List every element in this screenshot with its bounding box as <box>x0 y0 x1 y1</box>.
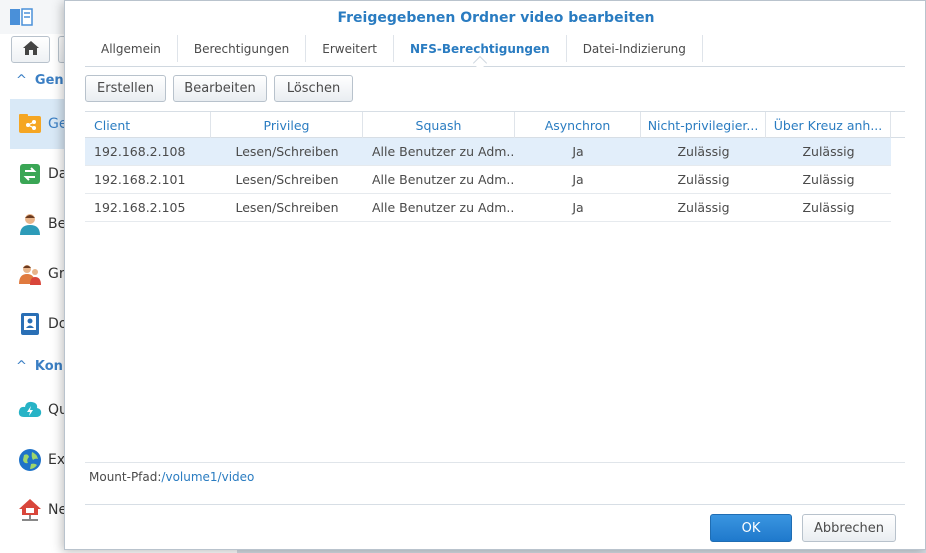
sidebar-section-label: Kon <box>34 359 63 374</box>
user-icon <box>18 212 42 236</box>
create-button[interactable]: Erstellen <box>85 75 166 102</box>
table-row[interactable]: 192.168.2.101 Lesen/Schreiben Alle Benut… <box>85 166 891 194</box>
column-header-non-privileged[interactable]: Nicht-privilegier... <box>641 112 766 138</box>
column-header-privilege[interactable]: Privileg <box>211 112 363 138</box>
cell-squash: Alle Benutzer zu Adm... <box>372 172 515 187</box>
delete-button[interactable]: Löschen <box>274 75 353 102</box>
sidebar-item-shared-folder[interactable]: Ge <box>10 99 70 149</box>
mount-path-label: Mount-Pfad: <box>89 470 162 484</box>
sidebar-item-user[interactable]: Be <box>10 199 70 249</box>
nfs-rules-table: Client Privileg Squash Asynchron Nicht-p… <box>85 111 905 461</box>
table-row[interactable]: 192.168.2.108 Lesen/Schreiben Alle Benut… <box>85 138 891 166</box>
table-body: 192.168.2.108 Lesen/Schreiben Alle Benut… <box>85 138 891 222</box>
quickconnect-icon <box>18 398 42 422</box>
cell-cross-mount: Zulässig <box>802 172 855 187</box>
active-tab-caret <box>472 55 487 71</box>
cell-client: 192.168.2.101 <box>94 172 186 187</box>
sidebar-item-quickconnect[interactable]: Qu <box>10 385 70 435</box>
cell-client: 192.168.2.108 <box>94 144 186 159</box>
cell-privilege: Lesen/Schreiben <box>235 200 339 215</box>
tab-advanced[interactable]: Erweitert <box>306 35 395 62</box>
dialog-title: Freigegebenen Ordner video bearbeiten <box>337 10 655 26</box>
group-icon <box>18 262 42 286</box>
file-services-icon <box>18 162 42 186</box>
divider <box>85 504 905 505</box>
shared-folder-icon <box>18 112 42 136</box>
cell-privilege: Lesen/Schreiben <box>235 144 339 159</box>
cell-squash: Alle Benutzer zu Adm... <box>372 144 515 159</box>
column-header-cross-mount[interactable]: Über Kreuz anh... <box>766 112 891 138</box>
external-access-icon <box>18 448 42 472</box>
cell-non-privileged: Zulässig <box>677 200 730 215</box>
column-header-squash[interactable]: Squash <box>363 112 515 138</box>
chevron-up-icon: ^ <box>16 359 27 374</box>
cell-squash: Alle Benutzer zu Adm... <box>372 200 515 215</box>
cancel-button[interactable]: Abbrechen <box>802 514 896 542</box>
ok-button[interactable]: OK <box>710 514 792 542</box>
tab-label: Erweitert <box>322 41 378 56</box>
edit-shared-folder-dialog: Freigegebenen Ordner video bearbeiten Al… <box>64 0 926 550</box>
home-icon <box>22 40 40 60</box>
tab-label: Datei-Indizierung <box>582 41 686 56</box>
chevron-up-icon: ^ <box>16 73 27 88</box>
tab-file-indexing[interactable]: Datei-Indizierung <box>567 35 703 62</box>
cell-cross-mount: Zulässig <box>802 144 855 159</box>
table-header: Client Privileg Squash Asynchron Nicht-p… <box>85 111 905 138</box>
sidebar-section-general[interactable]: ^ Gen <box>16 73 64 88</box>
cell-async: Ja <box>572 200 584 215</box>
tab-general[interactable]: Allgemein <box>85 35 178 62</box>
divider <box>85 462 905 463</box>
sidebar-item-external-access[interactable]: Ex <box>10 435 70 485</box>
cell-client: 192.168.2.105 <box>94 200 186 215</box>
mount-path: Mount-Pfad:/volume1/video <box>89 470 254 484</box>
cell-async: Ja <box>572 172 584 187</box>
tab-bar: Allgemein Berechtigungen Erweitert NFS-B… <box>85 35 905 71</box>
sidebar-item-network[interactable]: Ne <box>10 485 70 535</box>
tab-label: NFS-Berechtigungen <box>410 41 550 56</box>
sidebar-item-domain[interactable]: Do <box>10 299 70 349</box>
cell-non-privileged: Zulässig <box>677 144 730 159</box>
cell-cross-mount: Zulässig <box>802 200 855 215</box>
network-icon <box>18 498 42 522</box>
sidebar-section-label: Gen <box>34 73 64 88</box>
sidebar-section-connectivity[interactable]: ^ Kon <box>16 359 63 374</box>
sidebar-item-group[interactable]: Gr <box>10 249 70 299</box>
tab-label: Allgemein <box>101 41 161 56</box>
edit-button[interactable]: Bearbeiten <box>173 75 267 102</box>
tab-label: Berechtigungen <box>193 41 290 56</box>
sidebar-item-file-services[interactable]: Da <box>10 149 70 199</box>
cell-async: Ja <box>572 144 584 159</box>
table-row[interactable]: 192.168.2.105 Lesen/Schreiben Alle Benut… <box>85 194 891 222</box>
home-button[interactable] <box>11 36 50 63</box>
cell-privilege: Lesen/Schreiben <box>235 172 339 187</box>
tab-nfs-permissions[interactable]: NFS-Berechtigungen <box>394 35 567 71</box>
column-header-client[interactable]: Client <box>85 112 211 138</box>
mount-path-value: /volume1/video <box>161 470 255 484</box>
tab-permissions[interactable]: Berechtigungen <box>178 35 307 62</box>
control-panel-app-icon[interactable] <box>10 7 34 27</box>
cell-non-privileged: Zulässig <box>677 172 730 187</box>
domain-icon <box>18 312 42 336</box>
column-header-async[interactable]: Asynchron <box>515 112 641 138</box>
